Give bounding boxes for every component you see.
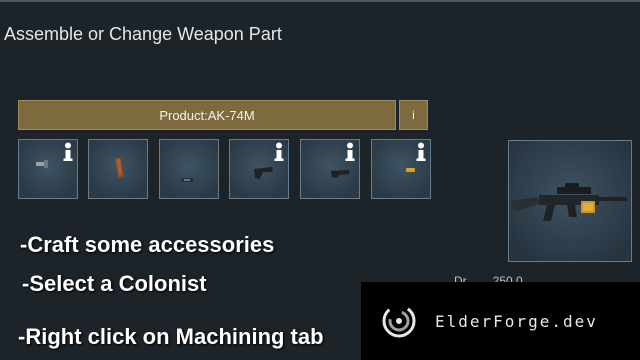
magazine-part-icon bbox=[115, 158, 124, 178]
watermark-text: ElderForge.dev bbox=[435, 311, 598, 331]
dialog-title: Assemble or Change Weapon Part bbox=[4, 24, 282, 44]
instruction-line-3: -Right click on Machining tab bbox=[18, 324, 324, 349]
product-label: Product:AK-74M bbox=[159, 107, 255, 123]
gold-accessory-icon bbox=[406, 168, 415, 172]
sight-part-icon bbox=[181, 178, 193, 182]
info-icon[interactable] bbox=[61, 142, 75, 162]
rifle-preview-icon bbox=[511, 183, 627, 221]
part-slot-6[interactable] bbox=[371, 139, 431, 199]
barrel-part-icon bbox=[331, 170, 349, 178]
part-slot-3[interactable] bbox=[159, 139, 219, 199]
watermark-banner: ElderForge.dev bbox=[361, 282, 640, 360]
window-top-border bbox=[0, 0, 640, 2]
info-label: i bbox=[412, 108, 415, 122]
product-select-button[interactable]: Product:AK-74M bbox=[18, 100, 396, 130]
muzzle-part-icon bbox=[36, 160, 48, 168]
weapon-preview bbox=[508, 140, 632, 262]
instruction-line-2: -Select a Colonist bbox=[22, 271, 207, 296]
info-icon[interactable] bbox=[414, 142, 428, 162]
stock-part-icon bbox=[254, 167, 273, 179]
part-slot-1[interactable] bbox=[18, 139, 78, 199]
instruction-line-1: -Craft some accessories bbox=[20, 232, 275, 257]
info-icon[interactable] bbox=[343, 142, 357, 162]
product-info-button[interactable]: i bbox=[399, 100, 428, 130]
logo-swirl-icon bbox=[382, 304, 416, 338]
part-slot-5[interactable] bbox=[300, 139, 360, 199]
part-slot-4[interactable] bbox=[229, 139, 289, 199]
info-icon[interactable] bbox=[272, 142, 286, 162]
part-slot-2[interactable] bbox=[88, 139, 148, 199]
